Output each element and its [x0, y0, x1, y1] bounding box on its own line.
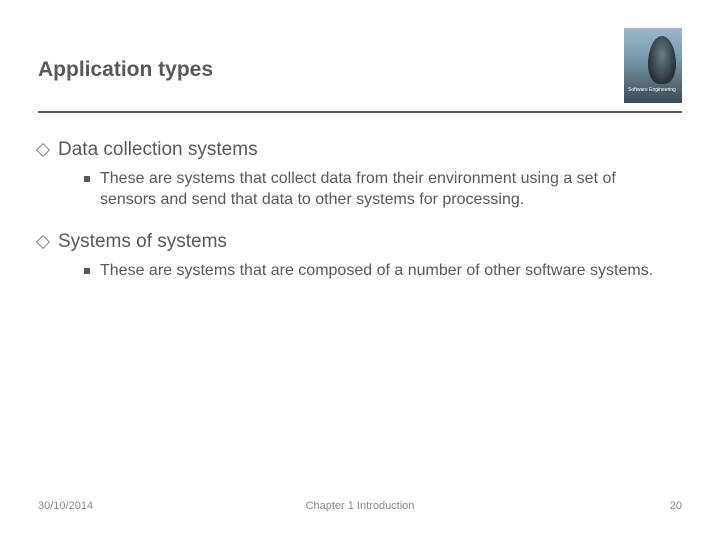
diamond-bullet-icon	[38, 145, 48, 155]
bullet-item: Systems of systems	[38, 231, 682, 253]
footer-page-number: 20	[670, 500, 682, 512]
diamond-bullet-icon	[38, 237, 48, 247]
footer-date: 30/10/2014	[38, 500, 93, 512]
slide-header: Application types Software Engineering	[0, 0, 720, 103]
slide-footer: 30/10/2014 Chapter 1 Introduction 20	[38, 500, 682, 512]
sub-bullet-text: These are systems that collect data from…	[100, 169, 672, 211]
sub-bullet-text: These are systems that are composed of a…	[100, 261, 653, 282]
footer-chapter: Chapter 1 Introduction	[306, 500, 415, 512]
square-bullet-icon	[84, 268, 90, 274]
book-cover-thumbnail: Software Engineering	[624, 28, 682, 103]
bullet-heading: Data collection systems	[58, 139, 258, 161]
sub-bullet-item: These are systems that collect data from…	[38, 169, 682, 211]
bullet-heading: Systems of systems	[58, 231, 227, 253]
square-bullet-icon	[84, 176, 90, 182]
bullet-item: Data collection systems	[38, 139, 682, 161]
slide-content: Data collection systems These are system…	[0, 113, 720, 281]
slide-title: Application types	[38, 48, 213, 82]
sub-bullet-item: These are systems that are composed of a…	[38, 261, 682, 282]
book-cover-caption: Software Engineering	[628, 88, 676, 94]
